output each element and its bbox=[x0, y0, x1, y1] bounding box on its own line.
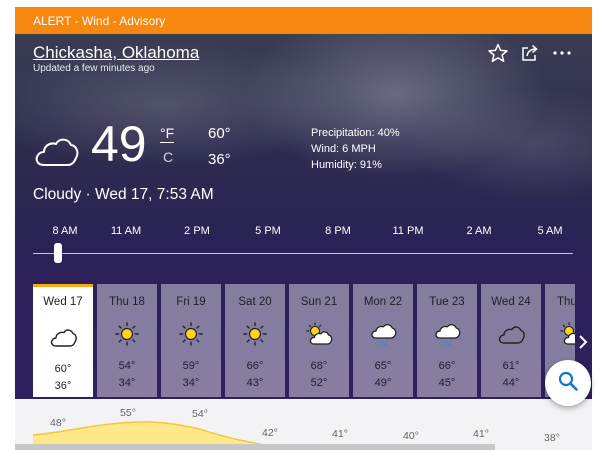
weather-hero: Chickasha, Oklahoma Updated a few minute… bbox=[15, 34, 592, 399]
partly-sunny-icon bbox=[559, 322, 575, 346]
graph-label: 55° bbox=[120, 407, 136, 419]
hour-label[interactable]: 5 AM bbox=[537, 225, 562, 237]
rain-cloud-icon bbox=[369, 322, 397, 346]
day-high: 66° bbox=[438, 360, 456, 372]
day-card[interactable]: Mon 22 65° 49° bbox=[353, 284, 413, 397]
day-high: 60° bbox=[54, 363, 72, 375]
sun-icon bbox=[177, 322, 205, 346]
day-card[interactable]: Wed 24 61° 44° bbox=[481, 284, 541, 397]
sun-icon bbox=[241, 322, 269, 346]
more-icon[interactable] bbox=[552, 43, 572, 63]
day-low: 36° bbox=[54, 380, 72, 392]
alert-text: ALERT - Wind - Advisory bbox=[33, 13, 166, 28]
day-name: Wed 17 bbox=[43, 296, 83, 308]
cloud-icon bbox=[33, 132, 79, 168]
day-card[interactable]: Thu 18 54° 34° bbox=[97, 284, 157, 397]
day-low: 52° bbox=[310, 377, 328, 389]
partly-sunny-icon bbox=[305, 322, 333, 346]
wind-text: Wind: 6 MPH bbox=[311, 143, 376, 155]
unit-divider bbox=[160, 142, 174, 143]
day-high: 59° bbox=[182, 360, 200, 372]
day-low: 49° bbox=[374, 377, 392, 389]
timeline-slider-thumb[interactable] bbox=[54, 243, 62, 263]
cloud-icon bbox=[49, 325, 77, 349]
day-high: 61° bbox=[502, 360, 520, 372]
graph-label: 38° bbox=[544, 432, 560, 444]
day-card[interactable]: Sun 21 68° 52° bbox=[289, 284, 349, 397]
share-icon[interactable] bbox=[520, 43, 540, 63]
hour-label[interactable]: 11 AM bbox=[111, 225, 141, 237]
day-high: 68° bbox=[310, 360, 328, 372]
day-low: 43° bbox=[246, 377, 264, 389]
temperature-graph: 48° 55° 54° 42° 41° 40° 41° 38° bbox=[15, 399, 592, 450]
today-low: 36° bbox=[208, 151, 231, 168]
current-temperature: 49 bbox=[91, 116, 147, 172]
search-icon bbox=[557, 370, 579, 397]
weather-details: Precipitation: 40% Wind: 6 MPH Humidity:… bbox=[311, 125, 400, 173]
day-card[interactable]: Sat 20 66° 43° bbox=[225, 284, 285, 397]
day-low: 45° bbox=[438, 377, 456, 389]
hour-label[interactable]: 2 AM bbox=[466, 225, 491, 237]
hour-label[interactable]: 2 PM bbox=[184, 225, 210, 237]
unit-fahrenheit[interactable]: °F bbox=[160, 125, 174, 141]
sun-icon bbox=[113, 322, 141, 346]
day-name: Thu 18 bbox=[109, 296, 145, 308]
day-high: 54° bbox=[118, 360, 136, 372]
graph-label: 54° bbox=[192, 408, 208, 420]
graph-label: 41° bbox=[332, 428, 348, 440]
graph-label: 48° bbox=[50, 417, 66, 429]
cloud-icon bbox=[497, 322, 525, 346]
temperature-curve bbox=[32, 421, 276, 449]
precipitation-text: Precipitation: 40% bbox=[311, 127, 400, 139]
day-high: 66° bbox=[246, 360, 264, 372]
hour-label[interactable]: 5 PM bbox=[255, 225, 281, 237]
graph-label: 41° bbox=[473, 428, 489, 440]
day-card[interactable]: Fri 19 59° 34° bbox=[161, 284, 221, 397]
hourly-timeline-labels: 8 AM 11 AM 2 PM 5 PM 8 PM 11 PM 2 AM 5 A… bbox=[15, 225, 592, 241]
top-actions bbox=[488, 43, 572, 63]
hour-label[interactable]: 8 AM bbox=[52, 225, 77, 237]
hour-label[interactable]: 11 PM bbox=[393, 225, 424, 237]
hour-label[interactable]: 8 PM bbox=[325, 225, 351, 237]
chevron-right-icon[interactable] bbox=[576, 334, 590, 350]
day-low: 34° bbox=[118, 377, 136, 389]
alert-banner[interactable]: ALERT - Wind - Advisory bbox=[15, 7, 592, 34]
today-high: 60° bbox=[208, 125, 231, 142]
graph-label: 40° bbox=[403, 430, 419, 442]
day-card[interactable]: Wed 17 60° 36° bbox=[33, 284, 93, 397]
search-button[interactable] bbox=[545, 360, 591, 406]
day-name: Sat 20 bbox=[238, 296, 272, 308]
timeline-track[interactable] bbox=[33, 253, 573, 254]
humidity-text: Humidity: 91% bbox=[311, 159, 382, 171]
day-card[interactable]: Tue 23 66° 45° bbox=[417, 284, 477, 397]
day-name: Wed 24 bbox=[491, 296, 531, 308]
day-low: 44° bbox=[502, 377, 520, 389]
day-name: Mon 22 bbox=[363, 296, 403, 308]
condition-text: Cloudy · Wed 17, 7:53 AM bbox=[33, 186, 214, 203]
day-name: Fri 19 bbox=[176, 296, 206, 308]
day-name: Tue 23 bbox=[429, 296, 465, 308]
location-name[interactable]: Chickasha, Oklahoma bbox=[33, 43, 199, 63]
day-high: 65° bbox=[374, 360, 392, 372]
rain-cloud-icon bbox=[433, 322, 461, 346]
updated-text: Updated a few minutes ago bbox=[33, 63, 155, 74]
horizontal-scrollbar[interactable] bbox=[15, 444, 495, 450]
graph-label: 42° bbox=[262, 427, 278, 439]
day-name: Sun 21 bbox=[300, 296, 338, 308]
day-name: Thu bbox=[557, 296, 575, 308]
day-low: 34° bbox=[182, 377, 200, 389]
unit-celsius[interactable]: C bbox=[163, 149, 173, 165]
star-icon[interactable] bbox=[488, 43, 508, 63]
